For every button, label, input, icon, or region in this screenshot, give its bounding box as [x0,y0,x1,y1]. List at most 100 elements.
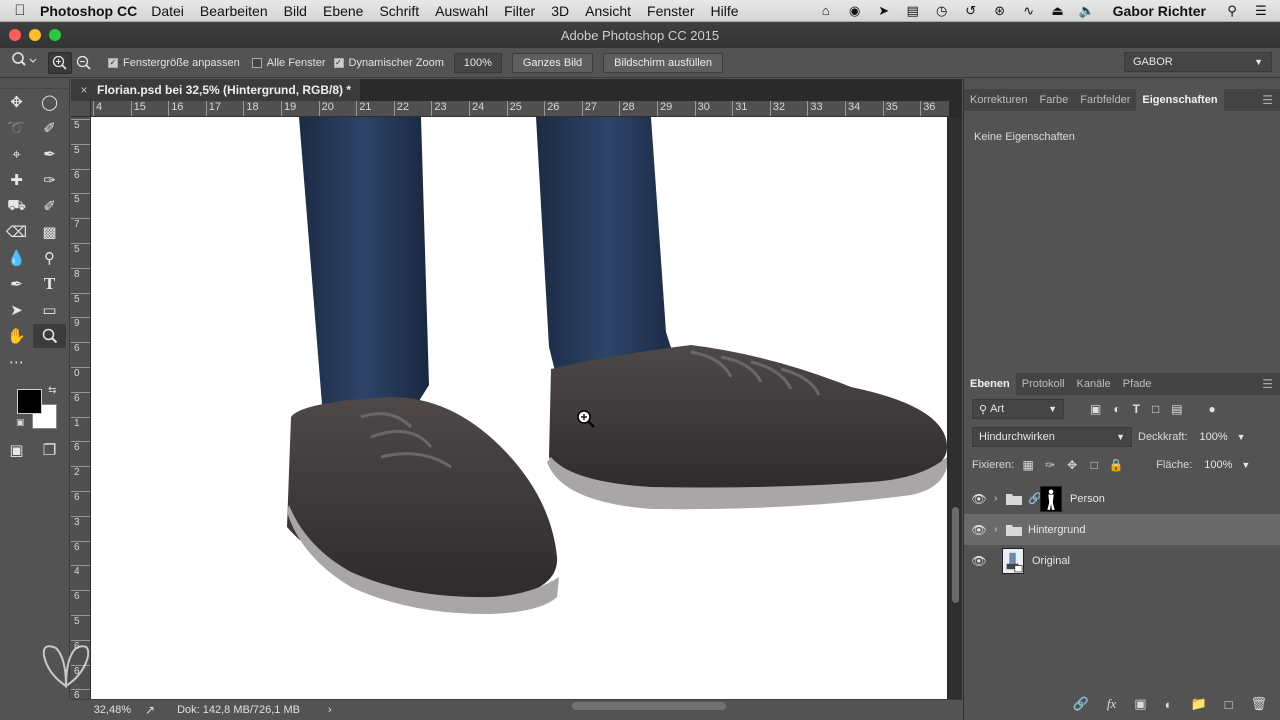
layer-filter-kind-select[interactable]: ⚲ Art ▼ [972,399,1064,419]
menu-schrift[interactable]: Schrift [379,3,419,19]
layer-row-original[interactable]: 👁 Original [964,545,1280,576]
ruler-origin[interactable] [71,101,91,117]
layer-name[interactable]: Person [1070,493,1105,505]
menu-filter[interactable]: Filter [504,3,535,19]
chevron-right-icon[interactable]: › [328,704,332,716]
image-canvas[interactable] [91,117,947,699]
chevron-right-icon[interactable]: › [994,493,1006,504]
document-info[interactable]: Dok: 142,8 MB/726,1 MB [177,704,300,716]
link-icon[interactable]: 🔗 [1028,492,1042,505]
spotlight-search-icon[interactable]: ⚲ [1223,3,1241,19]
horizontal-ruler[interactable]: 4 15 16 17 18 19 20 21 22 23 24 25 26 27 28 29 30 31 32 33 3… [91,101,949,117]
layers-panel-menu-icon[interactable]: ☰ [1262,377,1280,391]
lasso-tool-icon[interactable]: ➰ [0,116,33,140]
move-tool-icon[interactable]: ✥ [0,90,33,114]
eject-icon[interactable]: ⏏ [1049,3,1067,19]
lock-position-icon[interactable]: ✥ [1064,458,1080,472]
eyedropper-tool-icon[interactable]: ✒ [33,142,66,166]
type-layer-filter-icon[interactable]: T [1133,402,1140,416]
zoom-percent-field[interactable]: 100% [453,52,502,73]
zoom-level[interactable]: 32,48% [71,704,131,716]
type-tool-icon[interactable]: T [33,272,66,296]
zoom-tool-preset-picker[interactable] [0,52,48,73]
notification-list-icon[interactable]: ☰ [1252,3,1270,19]
opacity-field[interactable]: 100% ▼ [1194,427,1252,447]
cc-icon[interactable]: ◉ [846,3,864,19]
menu-bild[interactable]: Bild [284,3,307,19]
gradient-tool-icon[interactable]: ▩ [33,220,66,244]
link-layers-icon[interactable]: 🔗 [1073,696,1089,712]
document-tab[interactable]: × Florian.psd bei 32,5% (Hintergrund, RG… [71,79,361,101]
tab-farbfelder[interactable]: Farbfelder [1074,89,1136,111]
apple-menu-icon[interactable]:  [0,2,40,19]
lock-transparent-pixels-icon[interactable]: ▦ [1020,458,1036,472]
rectangle-tool-icon[interactable]: ▭ [33,298,66,322]
tab-farbe[interactable]: Farbe [1033,89,1074,111]
hand-tool-icon[interactable]: ✋ [0,324,33,348]
vertical-ruler[interactable]: 5565758596061626364656667 [71,117,91,699]
shape-layer-filter-icon[interactable]: □ [1152,402,1159,416]
zoom-in-mode-button[interactable] [48,51,72,74]
layer-row-person[interactable]: 👁 › 🔗 Person [964,483,1280,514]
fill-screen-button[interactable]: Bildschirm ausfüllen [603,52,723,73]
vertical-scroll-thumb[interactable] [952,507,959,603]
lock-artboard-icon[interactable]: □ [1086,458,1102,472]
menu-auswahl[interactable]: Auswahl [435,3,488,19]
new-layer-icon[interactable]: □ [1225,697,1233,712]
adjustment-layer-icon[interactable]: ◐ [1165,697,1173,712]
brush-tool-icon[interactable]: ✑ [33,168,66,192]
tab-ebenen[interactable]: Ebenen [964,373,1016,395]
menu-hilfe[interactable]: Hilfe [711,3,739,19]
clock-icon[interactable]: ◷ [933,3,951,19]
all-windows-checkbox[interactable]: Alle Fenster [251,57,326,69]
quick-mask-icon[interactable]: ▣ [0,438,33,462]
menu-datei[interactable]: Datei [151,3,184,19]
menu-ansicht[interactable]: Ansicht [585,3,631,19]
panel-grip[interactable] [0,79,69,89]
workspace-switcher[interactable]: GABOR ▼ [1124,52,1272,72]
horizontal-scroll-thumb[interactable] [572,702,726,710]
pen-tool-icon[interactable]: ✒ [0,272,33,296]
screen-mode-icon[interactable]: ❐ [33,438,66,462]
fit-screen-button[interactable]: Ganzes Bild [511,52,594,73]
volume-icon[interactable]: 🔈 [1078,3,1096,19]
lock-all-icon[interactable]: 🔒 [1108,458,1124,472]
healing-brush-tool-icon[interactable]: ✚ [0,168,33,192]
layer-mask-thumbnail[interactable] [1040,485,1062,512]
bluetooth-icon[interactable]: ⊛ [991,3,1009,19]
menu-bearbeiten[interactable]: Bearbeiten [200,3,268,19]
panel-menu-icon[interactable]: ☰ [1262,93,1280,107]
menu-3d[interactable]: 3D [551,3,569,19]
zoom-window-button[interactable] [49,29,61,41]
dynamic-zoom-checkbox[interactable]: ✓ Dynamischer Zoom [333,57,444,69]
swap-colors-icon[interactable]: ⇆ [48,385,56,396]
blend-mode-select[interactable]: Hindurchwirken ▼ [972,427,1132,447]
foreground-color-swatch[interactable] [17,389,42,414]
close-document-icon[interactable]: × [71,83,97,97]
zoom-out-mode-button[interactable] [72,52,96,74]
layer-row-hintergrund[interactable]: 👁 › Hintergrund [964,514,1280,545]
tab-eigenschaften[interactable]: Eigenschaften [1136,89,1224,111]
close-window-button[interactable] [9,29,21,41]
fit-window-checkbox[interactable]: ✓ Fenstergröße anpassen [108,57,240,69]
blur-tool-icon[interactable]: 💧 [0,246,33,270]
more-tools-icon[interactable]: ⋯ [0,350,33,374]
crop-tool-icon[interactable]: ⌖ [0,142,33,166]
eraser-tool-icon[interactable]: ⌫ [0,220,33,244]
fill-field[interactable]: 100% ▼ [1198,455,1256,475]
layer-name[interactable]: Hintergrund [1028,524,1085,536]
eye-icon[interactable]: 👁 [964,523,994,537]
menu-app-name[interactable]: Photoshop CC [40,3,137,19]
dodge-tool-icon[interactable]: ⚲ [33,246,66,270]
path-selection-tool-icon[interactable]: ➤ [0,298,33,322]
menu-ebene[interactable]: Ebene [323,3,363,19]
elliptical-marquee-tool-icon[interactable]: ◯ [33,90,66,114]
clone-stamp-tool-icon[interactable]: ⛟ [0,194,33,218]
export-icon[interactable]: ↗ [145,703,155,717]
zoom-tool-icon[interactable] [33,324,66,348]
add-mask-icon[interactable]: ▣ [1134,696,1146,712]
arrow-icon[interactable]: ➤ [875,3,893,19]
vertical-scrollbar[interactable] [949,117,962,699]
time-machine-icon[interactable]: ↺ [962,3,980,19]
chevron-right-icon[interactable]: › [994,524,1006,535]
